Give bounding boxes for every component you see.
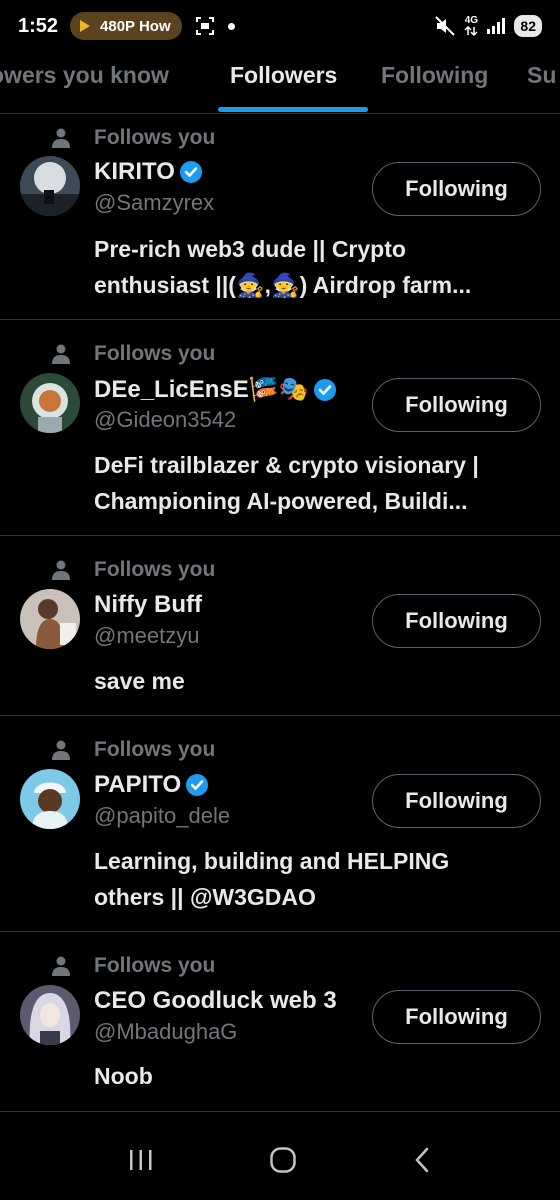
status-bar: 1:52 480P How 4G 82 bbox=[0, 0, 560, 52]
bio-line: enthusiast ||(🧙,🧙) Airdrop farm... bbox=[94, 272, 472, 298]
back-icon[interactable] bbox=[410, 1145, 434, 1175]
person-icon bbox=[52, 128, 70, 148]
user-handle[interactable]: @MbadughaG bbox=[94, 1019, 237, 1045]
bio-line: DeFi trailblazer & crypto visionary | bbox=[94, 452, 479, 478]
name-row: KIRITO bbox=[94, 158, 203, 186]
tab-following[interactable]: Following bbox=[381, 62, 488, 89]
user-handle[interactable]: @Samzyrex bbox=[94, 190, 214, 216]
person-icon bbox=[52, 560, 70, 580]
notification-dot bbox=[228, 22, 236, 30]
tab-bar: owers you know Followers Following Su bbox=[0, 52, 560, 114]
recent-apps-icon[interactable] bbox=[126, 1146, 156, 1174]
list-item[interactable]: Follows you PAPITO @papito_dele Followin… bbox=[0, 716, 560, 932]
user-bio: Noob bbox=[94, 1058, 540, 1094]
signal-icon bbox=[487, 18, 506, 34]
avatar[interactable] bbox=[20, 373, 80, 433]
name-row: CEO Goodluck web 3 bbox=[94, 987, 337, 1015]
list-item[interactable]: Follows you KIRITO @Samzyrex Following P… bbox=[0, 114, 560, 320]
bio-line: others || @W3GDAO bbox=[94, 884, 316, 910]
video-icon bbox=[80, 20, 91, 32]
bio-line: Learning, building and HELPING bbox=[94, 848, 450, 874]
following-button[interactable]: Following bbox=[372, 378, 541, 432]
name-row: Niffy Buff bbox=[94, 591, 202, 619]
user-handle[interactable]: @meetzyu bbox=[94, 623, 199, 649]
follows-you-label: Follows you bbox=[94, 126, 216, 149]
display-name[interactable]: KIRITO bbox=[94, 158, 175, 186]
display-name[interactable]: CEO Goodluck web 3 bbox=[94, 987, 337, 1015]
battery-indicator: 82 bbox=[514, 15, 542, 37]
display-name[interactable]: DEe_LicEnsE🎏🎭 bbox=[94, 375, 309, 404]
media-pill[interactable]: 480P How bbox=[70, 12, 183, 40]
verified-badge-icon bbox=[179, 161, 202, 183]
person-icon bbox=[52, 956, 70, 976]
bio-line: Pre-rich web3 dude || Crypto bbox=[94, 236, 406, 262]
verified-badge-icon bbox=[313, 378, 336, 401]
follows-you-label: Follows you bbox=[94, 738, 216, 761]
follows-you-row: Follows you bbox=[50, 954, 215, 978]
bio-line: Championing AI-powered, Buildi... bbox=[94, 488, 468, 514]
user-bio: DeFi trailblazer & crypto visionary | Ch… bbox=[94, 447, 540, 519]
follows-you-row: Follows you bbox=[50, 126, 215, 150]
tab-followers[interactable]: Followers bbox=[230, 62, 337, 89]
user-handle[interactable]: @Gideon3542 bbox=[94, 407, 236, 433]
tab-subscriptions[interactable]: Su bbox=[527, 62, 556, 89]
follows-you-row: Follows you bbox=[50, 738, 215, 762]
home-icon[interactable] bbox=[268, 1145, 298, 1175]
user-bio: Pre-rich web3 dude || Crypto enthusiast … bbox=[94, 231, 540, 303]
following-button[interactable]: Following bbox=[372, 594, 541, 648]
list-item[interactable]: Follows you CEO Goodluck web 3 @Mbadugha… bbox=[0, 932, 560, 1112]
status-time: 1:52 bbox=[18, 14, 59, 37]
mute-icon bbox=[435, 16, 456, 36]
list-item[interactable]: Follows you DEe_LicEnsE🎏🎭 @Gideon3542 Fo… bbox=[0, 320, 560, 536]
avatar[interactable] bbox=[20, 589, 80, 649]
user-handle[interactable]: @papito_dele bbox=[94, 803, 230, 829]
name-row: DEe_LicEnsE🎏🎭 bbox=[94, 375, 337, 404]
verified-badge-icon bbox=[186, 774, 209, 796]
follows-you-row: Follows you bbox=[50, 342, 215, 366]
follows-you-label: Follows you bbox=[94, 954, 216, 977]
user-bio: Learning, building and HELPING others ||… bbox=[94, 843, 540, 915]
following-button[interactable]: Following bbox=[372, 990, 541, 1044]
network-indicator: 4G bbox=[464, 16, 478, 36]
avatar[interactable] bbox=[20, 985, 80, 1045]
following-button[interactable]: Following bbox=[372, 162, 541, 216]
system-nav-bar bbox=[0, 1120, 560, 1200]
user-bio: save me bbox=[94, 663, 540, 699]
media-pill-label: 480P How bbox=[100, 17, 171, 35]
display-name[interactable]: Niffy Buff bbox=[94, 591, 202, 619]
follows-you-label: Follows you bbox=[94, 342, 216, 365]
avatar[interactable] bbox=[20, 156, 80, 216]
follows-you-label: Follows you bbox=[94, 558, 216, 581]
list-item[interactable]: Follows you Niffy Buff @meetzyu Followin… bbox=[0, 536, 560, 716]
follows-you-row: Follows you bbox=[50, 558, 215, 582]
person-icon bbox=[52, 344, 70, 364]
person-icon bbox=[52, 740, 70, 760]
avatar[interactable] bbox=[20, 769, 80, 829]
active-tab-indicator bbox=[218, 107, 368, 112]
name-row: PAPITO bbox=[94, 771, 209, 799]
following-button[interactable]: Following bbox=[372, 774, 541, 828]
screen-record-icon bbox=[196, 17, 215, 35]
display-name[interactable]: PAPITO bbox=[94, 771, 181, 799]
followers-list: Follows you KIRITO @Samzyrex Following P… bbox=[0, 114, 560, 1112]
bio-line: Noob bbox=[94, 1063, 153, 1089]
data-arrows-icon bbox=[464, 26, 478, 36]
tab-followers-you-know[interactable]: owers you know bbox=[0, 62, 169, 89]
bio-line: save me bbox=[94, 668, 185, 694]
